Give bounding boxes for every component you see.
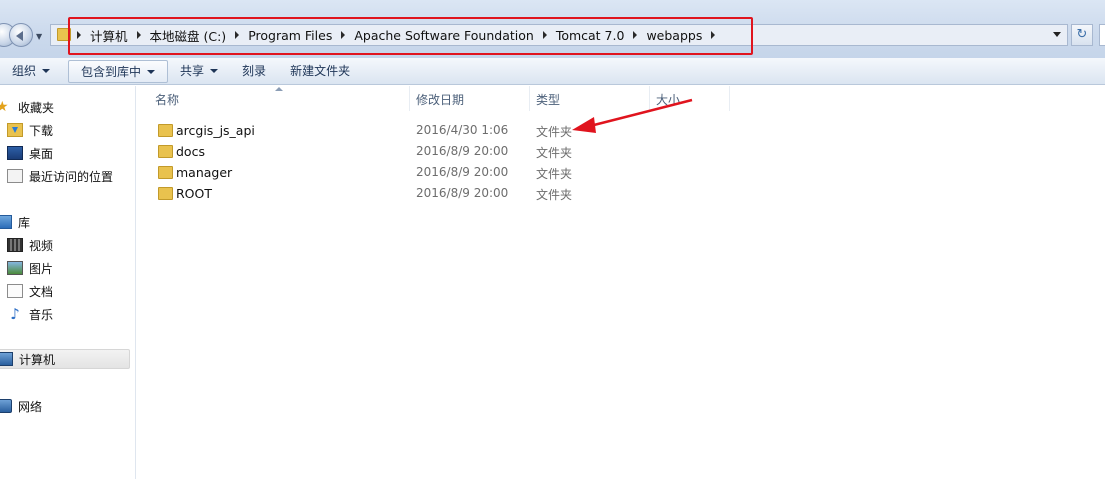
refresh-button[interactable]: ↻ (1071, 24, 1093, 46)
folder-icon (158, 166, 173, 179)
file-name: manager (176, 165, 233, 180)
file-date: 2016/8/9 20:00 (416, 186, 509, 200)
include-in-library-label: 包含到库中 (81, 64, 142, 79)
desktop-icon (7, 146, 23, 160)
list-item[interactable]: manager 2016/8/9 20:00 文件夹 (155, 162, 715, 183)
nav-music-label: 音乐 (29, 307, 54, 322)
folder-icon (158, 187, 173, 200)
column-header-name[interactable]: 名称 (137, 86, 410, 111)
file-list-pane: 名称 修改日期 类型 大小 arcgis_js_api 2016/4/30 1:… (137, 86, 1105, 479)
recent-pages-dropdown-icon[interactable]: ▼ (36, 32, 42, 41)
file-name: docs (176, 144, 205, 159)
nav-desktop-label: 桌面 (29, 146, 54, 161)
list-item[interactable]: ROOT 2016/8/9 20:00 文件夹 (155, 183, 715, 204)
nav-recent[interactable]: 最近访问的位置 (7, 166, 141, 186)
chevron-down-icon (147, 70, 156, 74)
annotation-highlight-box (68, 17, 753, 55)
recent-places-icon (7, 169, 23, 183)
file-name: ROOT (176, 186, 212, 201)
nav-recent-label: 最近访问的位置 (29, 169, 114, 184)
new-folder-button[interactable]: 新建文件夹 (278, 60, 362, 83)
file-name: arcgis_js_api (176, 123, 255, 138)
file-type: 文件夹 (536, 146, 573, 160)
network-icon (0, 399, 12, 413)
nav-documents[interactable]: 文档 (7, 281, 141, 301)
nav-music[interactable]: ♪ 音乐 (7, 304, 141, 324)
column-headers: 名称 修改日期 类型 大小 (137, 86, 1105, 111)
nav-network-label: 网络 (18, 399, 43, 414)
burn-button[interactable]: 刻录 (230, 60, 278, 83)
share-label: 共享 (180, 63, 205, 78)
picture-icon (7, 261, 23, 275)
column-header-date[interactable]: 修改日期 (410, 86, 530, 111)
nav-computer[interactable]: 计算机 (0, 349, 130, 369)
chevron-down-icon (42, 69, 51, 73)
organize-label: 组织 (12, 63, 37, 78)
organize-button[interactable]: 组织 (0, 60, 62, 83)
navigation-pane: ★ 收藏夹 下载 桌面 最近访问的位置 库 视频 图片 文档 ♪ 音乐 计算机 … (0, 86, 136, 479)
nav-pictures[interactable]: 图片 (7, 258, 141, 278)
share-button[interactable]: 共享 (168, 60, 230, 83)
column-header-type[interactable]: 类型 (530, 86, 650, 111)
address-bar-strip: ▼ 计算机 本地磁盘 (C:) Program Files Apache Sof… (0, 0, 1105, 58)
command-toolbar: 组织 包含到库中 共享 刻录 新建文件夹 (0, 58, 1105, 85)
chevron-down-icon (210, 69, 219, 73)
nav-videos[interactable]: 视频 (7, 235, 141, 255)
search-input[interactable] (1099, 24, 1105, 46)
nav-downloads[interactable]: 下载 (7, 120, 141, 140)
file-type: 文件夹 (536, 188, 573, 202)
computer-icon (0, 352, 13, 366)
file-type: 文件夹 (536, 167, 573, 181)
forward-button[interactable] (9, 23, 33, 47)
nav-network[interactable]: 网络 (0, 396, 130, 416)
nav-pictures-label: 图片 (29, 261, 54, 276)
folder-icon (158, 124, 173, 137)
nav-favorites-label: 收藏夹 (18, 100, 55, 115)
nav-documents-label: 文档 (29, 284, 54, 299)
nav-libraries[interactable]: 库 (0, 212, 130, 232)
music-note-icon: ♪ (10, 305, 20, 323)
file-date: 2016/8/9 20:00 (416, 144, 509, 158)
list-item[interactable]: docs 2016/8/9 20:00 文件夹 (155, 141, 715, 162)
file-date: 2016/8/9 20:00 (416, 165, 509, 179)
video-icon (7, 238, 23, 252)
file-type: 文件夹 (536, 125, 573, 139)
nav-downloads-label: 下载 (29, 123, 54, 138)
nav-favorites[interactable]: ★ 收藏夹 (0, 97, 130, 117)
star-icon: ★ (0, 99, 9, 115)
column-header-size[interactable]: 大小 (650, 86, 730, 111)
downloads-folder-icon (7, 123, 23, 137)
nav-desktop[interactable]: 桌面 (7, 143, 141, 163)
nav-videos-label: 视频 (29, 238, 54, 253)
nav-libraries-label: 库 (18, 215, 31, 230)
list-item[interactable]: arcgis_js_api 2016/4/30 1:06 文件夹 (155, 120, 715, 141)
file-date: 2016/4/30 1:06 (416, 123, 509, 137)
folder-icon (158, 145, 173, 158)
nav-computer-label: 计算机 (19, 352, 56, 367)
include-in-library-button[interactable]: 包含到库中 (68, 59, 169, 83)
document-icon (7, 284, 23, 298)
library-icon (0, 215, 12, 229)
address-dropdown-icon[interactable] (1053, 32, 1061, 37)
